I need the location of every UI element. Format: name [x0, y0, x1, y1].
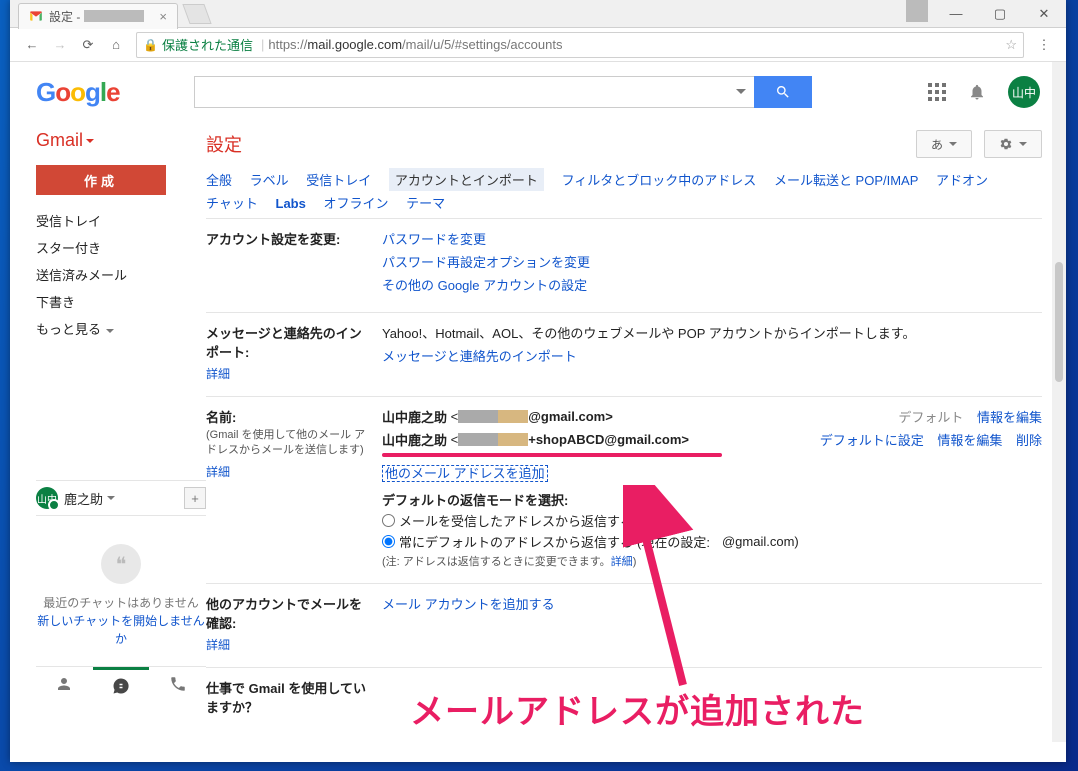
- bookmark-star-icon[interactable]: ☆: [1005, 37, 1017, 53]
- link-start-new-chat[interactable]: 新しいチャットを開始しませんか: [37, 614, 205, 646]
- page-scrollbar-thumb[interactable]: [1055, 262, 1063, 382]
- section-import: メッセージと連絡先のインポート: 詳細 Yahoo!、Hotmail、AOL、そ…: [206, 312, 1042, 396]
- url-text: https://mail.google.com/mail/u/5/#settin…: [268, 37, 562, 52]
- tab-accounts[interactable]: アカウントとインポート: [389, 168, 544, 191]
- link-reply-note-detail[interactable]: 詳細: [611, 556, 633, 568]
- gmail-search-input[interactable]: [194, 76, 754, 108]
- search-button[interactable]: [754, 76, 812, 108]
- sendas-row-alias: 山中鹿之助 <+shopABCD@gmail.com> デフォルトに設定 情報を…: [382, 430, 1042, 449]
- google-bar: Google 山中: [10, 62, 1066, 122]
- input-tools-button[interactable]: あ: [916, 130, 972, 158]
- compose-button[interactable]: 作成: [36, 165, 166, 195]
- nav-home-button[interactable]: ⌂: [102, 31, 130, 59]
- link-make-default[interactable]: デフォルトに設定: [820, 433, 924, 448]
- tab-labs[interactable]: Labs: [276, 194, 306, 213]
- google-logo[interactable]: Google: [36, 77, 120, 108]
- lock-icon: 🔒: [143, 38, 158, 52]
- google-apps-icon[interactable]: [928, 83, 946, 101]
- hangouts-tab-chats[interactable]: [93, 667, 150, 701]
- nav-starred[interactable]: スター付き: [36, 234, 206, 261]
- nav-sent[interactable]: 送信済みメール: [36, 261, 206, 288]
- section-check-mail: 他のアカウントでメールを確認: 詳細 メール アカウントを追加する: [206, 583, 1042, 667]
- section-send-as: 名前: (Gmail を使用して他のメール アドレスからメールを送信します) 詳…: [206, 396, 1042, 583]
- gear-icon: [999, 137, 1013, 151]
- search-options-icon[interactable]: [736, 89, 746, 94]
- search-icon: [775, 84, 791, 100]
- nav-more[interactable]: もっと見る: [36, 315, 206, 342]
- tab-title-prefix: 設定 -: [49, 8, 80, 25]
- link-add-mail-account[interactable]: メール アカウントを追加する: [382, 597, 555, 612]
- link-import-mail-contacts[interactable]: メッセージと連絡先のインポート: [382, 349, 577, 364]
- account-avatar[interactable]: 山中: [1008, 76, 1040, 108]
- link-sendas-detail[interactable]: 詳細: [206, 463, 230, 480]
- tab-addons[interactable]: アドオン: [936, 168, 988, 191]
- browser-toolbar: ← → ⟳ ⌂ 🔒 保護された通信 | https://mail.google.…: [10, 28, 1066, 62]
- hangouts-panel: 山中 鹿之助 + ❝ 最近のチャットはありません 新しいチャットを開始しませんか: [36, 480, 206, 701]
- link-check-detail[interactable]: 詳細: [206, 636, 230, 653]
- new-tab-button[interactable]: [182, 4, 211, 24]
- radio-reply-from-received[interactable]: メールを受信したアドレスから返信する: [382, 511, 1042, 530]
- annotation-underline: [382, 453, 722, 457]
- nav-drafts[interactable]: 下書き: [36, 288, 206, 315]
- link-add-another-address[interactable]: 他のメール アドレスを追加: [382, 465, 548, 482]
- chevron-down-icon[interactable]: [107, 496, 115, 500]
- notifications-icon[interactable]: [968, 83, 986, 101]
- hangouts-self-avatar[interactable]: 山中: [36, 487, 58, 509]
- window-titlebar: 設定 - × — ▢ ✕: [10, 0, 1066, 28]
- hangouts-quote-icon: ❝: [101, 544, 141, 584]
- link-delete-alias[interactable]: 削除: [1016, 433, 1042, 448]
- settings-tabs: 全般 ラベル 受信トレイ アカウントとインポート フィルタとブロック中のアドレス…: [206, 168, 1042, 214]
- tab-title-redacted: [84, 10, 144, 22]
- nav-back-button[interactable]: ←: [18, 31, 46, 59]
- hangouts-tab-phone[interactable]: [149, 667, 206, 701]
- app-icon-placeholder: [906, 0, 928, 22]
- nav-inbox[interactable]: 受信トレイ: [36, 207, 206, 234]
- nav-reload-button[interactable]: ⟳: [74, 31, 102, 59]
- page-title: 設定: [206, 131, 242, 157]
- hangouts-new-chat-button[interactable]: +: [184, 487, 206, 509]
- tab-chat[interactable]: チャット: [206, 191, 258, 214]
- hangouts-self-name[interactable]: 鹿之助: [64, 489, 103, 508]
- annotation-text: メールアドレスが追加された: [410, 684, 865, 733]
- gmail-favicon-icon: [29, 9, 43, 23]
- link-other-google-settings[interactable]: その他の Google アカウントの設定: [382, 278, 587, 293]
- sendas-row-default: 山中鹿之助 <@gmail.com> デフォルト 情報を編集: [382, 407, 1042, 426]
- window-minimize-button[interactable]: —: [934, 0, 978, 28]
- link-change-password-options[interactable]: パスワード再設定オプションを変更: [382, 255, 590, 270]
- address-bar[interactable]: 🔒 保護された通信 | https://mail.google.com/mail…: [136, 32, 1024, 58]
- tab-filters[interactable]: フィルタとブロック中のアドレス: [562, 168, 757, 191]
- link-change-password[interactable]: パスワードを変更: [382, 232, 486, 247]
- gmail-brand[interactable]: Gmail: [36, 130, 206, 151]
- section-account-settings: アカウント設定を変更: パスワードを変更 パスワード再設定オプションを変更 その…: [206, 218, 1042, 312]
- link-import-detail[interactable]: 詳細: [206, 365, 230, 382]
- tab-general[interactable]: 全般: [206, 168, 232, 191]
- folder-nav: 受信トレイ スター付き 送信済みメール 下書き もっと見る: [36, 207, 206, 342]
- hangouts-tab-contacts[interactable]: [36, 667, 93, 701]
- tab-themes[interactable]: テーマ: [406, 191, 445, 214]
- tab-labels[interactable]: ラベル: [250, 168, 289, 191]
- page-scrollbar-track[interactable]: [1052, 62, 1066, 742]
- tab-offline[interactable]: オフライン: [323, 191, 388, 214]
- settings-gear-button[interactable]: [984, 130, 1042, 158]
- chrome-menu-button[interactable]: ⋮: [1030, 37, 1058, 53]
- secure-label: 保護された通信: [162, 35, 253, 54]
- tab-inbox[interactable]: 受信トレイ: [306, 168, 371, 191]
- tab-close-icon[interactable]: ×: [149, 9, 167, 24]
- chevron-down-icon: [86, 139, 94, 143]
- browser-tab[interactable]: 設定 - ×: [18, 3, 178, 29]
- window-maximize-button[interactable]: ▢: [978, 0, 1022, 28]
- tab-forwarding[interactable]: メール転送と POP/IMAP: [774, 168, 918, 191]
- window-close-button[interactable]: ✕: [1022, 0, 1066, 28]
- nav-forward-button[interactable]: →: [46, 31, 74, 59]
- link-edit-info-1[interactable]: 情報を編集: [977, 410, 1042, 425]
- radio-reply-from-default[interactable]: 常にデフォルトのアドレスから返信する (現在の設定: @gmail.com): [382, 532, 1042, 551]
- link-edit-info-2[interactable]: 情報を編集: [937, 433, 1002, 448]
